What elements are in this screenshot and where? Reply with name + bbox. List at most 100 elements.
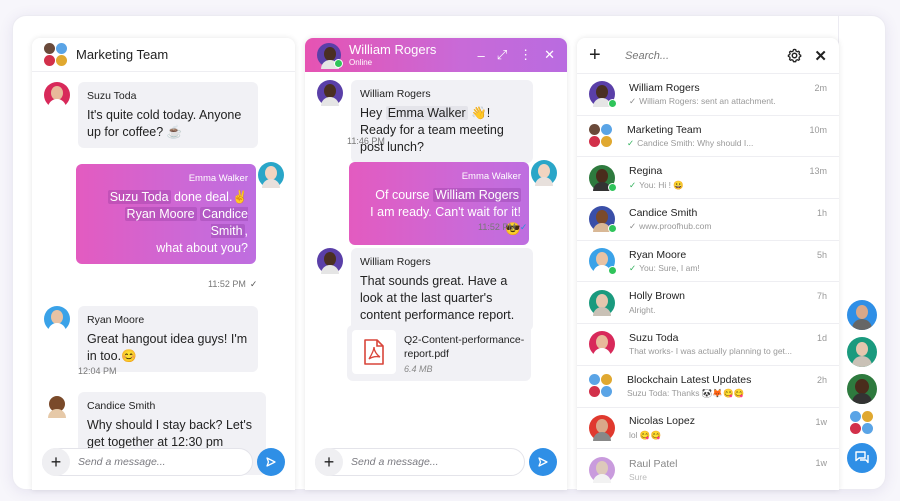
conversation-preview: Suzu Toda: Thanks 🐼🦊😋😋 [627, 388, 745, 399]
conversation-item[interactable]: Candice Smith ✓ www.proofhub.com 1h [577, 199, 839, 241]
message-sender: William Rogers [360, 256, 431, 268]
conversation-item[interactable]: Blockchain Latest Updates Suzu Toda: Than… [577, 366, 839, 408]
conversation-preview: That works- I was actually planning to g… [629, 346, 792, 357]
file-attachment[interactable]: Q2-Content-performance- report.pdf 6.4 M… [347, 325, 531, 381]
message-input[interactable] [351, 456, 501, 468]
send-icon [266, 457, 276, 467]
close-icon[interactable]: ✕ [544, 47, 555, 63]
avatar-candice-smith [44, 392, 70, 418]
online-indicator [334, 59, 343, 68]
message-sender: Emma Walker [461, 171, 521, 182]
send-button[interactable] [529, 448, 557, 476]
conversation-item[interactable]: William Rogers ✓ William Rogers: sent an a… [577, 74, 839, 116]
contact-name: William Rogers [349, 42, 437, 57]
conversation-time: 1w [815, 458, 827, 469]
message-text: Great hangout idea guys! I'm in too.😊 [87, 332, 248, 363]
mention[interactable]: Candice Smith [200, 207, 248, 238]
rail-contact-avatar[interactable] [847, 337, 877, 367]
more-options-icon[interactable]: ⋮ [519, 47, 532, 63]
conversation-time: 10m [809, 124, 827, 135]
message-sender: Emma Walker [188, 173, 248, 184]
message-time: 11:46 PM [347, 136, 385, 146]
conversation-name: Candice Smith [629, 206, 698, 219]
direct-chat-header: William Rogers Online – ⤢ ⋮ ✕ [305, 38, 567, 72]
conversation-item[interactable]: Regina ✓ You: Hi ! 😀 13m [577, 157, 839, 200]
conversation-name: Marketing Team [627, 123, 702, 136]
avatar-william-rogers [317, 80, 343, 106]
message: William Rogers That sounds great. Have a… [317, 248, 533, 331]
conversation-list-panel: + ✕ William Rogers ✓William Rogers: sent … [577, 38, 839, 490]
new-chat-button[interactable]: + [589, 44, 609, 67]
conversation-time: 5h [816, 249, 827, 260]
conversation-item[interactable]: Ryan Moore ✓ You: Sure, I am! 5h [577, 241, 839, 283]
conversation-item[interactable]: Marketing Team ✓ Candice Smith: Why should… [577, 116, 839, 158]
group-chat-panel: Marketing Team Suzu Toda It's quite cold… [32, 38, 295, 490]
search-input[interactable] [625, 49, 765, 62]
message-bubble: William Rogers Hey Emma Walker 👋! Ready … [351, 80, 533, 163]
conversation-time: 1w [815, 416, 827, 427]
group-avatar [44, 42, 68, 67]
file-name: Q2-Content-performance- [404, 334, 525, 346]
conversation-list-header: + ✕ [577, 38, 839, 74]
conversation-preview: ✓ www.proofhub.com [629, 221, 712, 232]
mention[interactable]: Suzu Toda [107, 190, 171, 204]
message-bubble: Suzu Toda It's quite cold today. Anyone … [78, 82, 258, 148]
file-size: 6.4 MB [404, 364, 433, 374]
conversation-item[interactable]: Suzu Toda That works- I was actually plan… [577, 324, 839, 366]
conversation-time: 13m [809, 166, 827, 177]
conversation-preview: Alright. [629, 304, 656, 315]
avatar-william-rogers [317, 248, 343, 274]
avatar [589, 164, 617, 192]
expand-icon[interactable]: ⤢ [497, 47, 507, 63]
avatar [589, 81, 617, 109]
conversation-time: 1d [816, 333, 827, 344]
conversation-list: William Rogers ✓ William Rogers: sent an a… [577, 74, 839, 490]
conversation-time: 1h [816, 208, 827, 219]
avatar [589, 289, 615, 316]
rail-contact-avatar[interactable] [847, 300, 877, 330]
message-composer: + [42, 448, 285, 476]
message-time: 11:52 PM ✓ [478, 222, 528, 232]
message-list: Suzu Toda It's quite cold today. Anyone … [32, 72, 295, 475]
rail-contact-avatar[interactable] [847, 374, 877, 404]
mention[interactable]: Ryan Moore [124, 207, 197, 221]
message-sender: Candice Smith [87, 400, 156, 412]
message-time: 11:52 PM ✓ [208, 279, 258, 289]
avatar [589, 206, 617, 234]
mention[interactable]: Emma Walker [385, 106, 468, 120]
message-sender: William Rogers [360, 88, 431, 100]
online-indicator [608, 182, 617, 192]
attach-plus-button[interactable]: + [42, 448, 70, 476]
message-sender: Suzu Toda [87, 90, 137, 102]
mention[interactable]: William Rogers [432, 188, 521, 202]
minimize-icon[interactable]: – [477, 48, 484, 63]
avatar-suzu-toda [44, 82, 70, 108]
conversation-name: Raul Patel [629, 457, 678, 470]
avatar [589, 457, 615, 484]
message-text: That sounds great. Have a look at the la… [360, 274, 515, 322]
conversation-time: 2m [814, 83, 827, 93]
open-chat-button[interactable] [847, 443, 877, 473]
conversation-time: 2h [816, 374, 827, 385]
check-icon: ✓ [627, 138, 635, 149]
rail-group-avatar[interactable] [850, 411, 876, 437]
group-chat-header: Marketing Team [32, 38, 295, 72]
message-bubble: Ryan Moore Great hangout idea guys! I'm … [78, 306, 258, 372]
gear-icon[interactable] [787, 48, 802, 63]
avatar [589, 414, 615, 441]
avatar-william-rogers [317, 43, 343, 69]
conversation-preview: lol 😋😋 [629, 429, 662, 440]
group-avatar [589, 124, 613, 148]
conversation-item[interactable]: Nicolas Lopez lol 😋😋 1w [577, 408, 839, 450]
attach-plus-button[interactable]: + [315, 448, 343, 476]
message-text: Of course William Rogers [375, 188, 521, 202]
send-button[interactable] [257, 448, 285, 476]
conversation-item[interactable]: Raul Patel Sure 1w [577, 449, 839, 490]
message-input[interactable] [78, 456, 228, 468]
message-text: It's quite cold today. Anyone up for cof… [87, 108, 242, 139]
check-icon: ✓ [629, 96, 637, 107]
conversation-item[interactable]: Holly Brown Alright. 7h [577, 282, 839, 325]
check-icon: ✓ [629, 221, 637, 232]
close-icon[interactable]: ✕ [814, 47, 827, 65]
conversation-preview: ✓ William Rogers: sent an attachment. [629, 96, 776, 107]
